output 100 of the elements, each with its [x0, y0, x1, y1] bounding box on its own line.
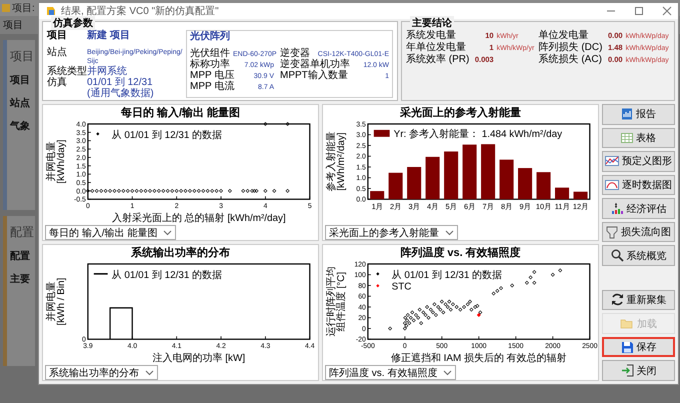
legend-label: 从 01/01 到 12/31 的数据 — [391, 270, 502, 281]
field-label: 配置 — [10, 250, 30, 263]
point — [524, 280, 528, 285]
action-button[interactable]: 逐时数据图 — [602, 174, 675, 196]
field-value: (通用气象数据) — [87, 88, 154, 99]
field-label: MPP 电流 — [190, 81, 234, 92]
bar-chart-icon — [621, 108, 633, 120]
action-button[interactable]: 保存 — [602, 336, 675, 358]
funnel-icon — [606, 226, 618, 239]
point — [406, 321, 411, 325]
point — [448, 308, 452, 312]
save-icon — [620, 340, 634, 354]
y-axis-label: 并网电量 [kWh/day] — [46, 140, 67, 184]
action-button[interactable]: 预定义图形 — [602, 151, 675, 172]
result-label: 系统发电量 — [406, 30, 457, 41]
field-label: MPP 电压 — [190, 70, 234, 81]
point — [469, 308, 473, 312]
point — [420, 310, 425, 314]
caret-icon — [163, 230, 172, 236]
exit-icon — [620, 364, 634, 378]
folder-icon — [620, 318, 634, 330]
curve-icon — [605, 179, 619, 192]
action-button[interactable]: 关闭 — [602, 360, 675, 381]
field-label: MPPT输入数量 — [280, 70, 348, 81]
point — [468, 300, 472, 304]
chart-title: 系统输出功率的分布 — [131, 247, 230, 260]
point — [532, 270, 536, 274]
point — [408, 316, 412, 320]
menu-item[interactable]: 项目 — [3, 18, 23, 32]
legend-line — [93, 273, 108, 275]
point — [558, 268, 562, 272]
chart-dropdown[interactable]: 采光面上的参考入射能量 — [325, 225, 458, 240]
point — [434, 313, 438, 317]
point — [414, 313, 418, 317]
point — [438, 308, 442, 312]
point — [439, 300, 444, 304]
field-label: 站点 — [47, 47, 68, 60]
legend-marker — [96, 132, 99, 136]
field-label: 仿真 — [47, 77, 68, 88]
background-window-title: 项目: — [12, 2, 35, 15]
y-axis-label: 运行时阵列平均组件温度 [°C] — [326, 266, 347, 337]
point — [458, 308, 462, 312]
point — [450, 302, 454, 306]
point — [440, 310, 445, 314]
point — [411, 318, 416, 322]
result-label: 阵列损失 (DC) — [538, 42, 604, 53]
field-label: 标称功率 — [190, 59, 230, 70]
panel-title: 项目 — [10, 48, 34, 65]
line-graph-icon — [605, 155, 619, 168]
legend-marker — [376, 272, 379, 276]
field-value: 01/01 到 12/31 — [87, 77, 153, 88]
dollar-chart-icon — [610, 202, 624, 216]
action-button[interactable]: 表格 — [602, 128, 675, 148]
y-axis-label: 并网电量 [kWh / Bin] — [46, 278, 67, 326]
action-button[interactable]: 损失流向图 — [602, 222, 675, 242]
action-button[interactable]: 经济评估 — [602, 198, 675, 219]
point — [446, 300, 451, 304]
field-label: 气象 — [10, 120, 30, 133]
caret-icon — [145, 370, 154, 376]
point — [430, 310, 434, 314]
legend-label: STC — [391, 282, 411, 293]
close-icon[interactable] — [662, 6, 672, 16]
point — [550, 272, 554, 277]
chart-dropdown[interactable]: 阵列温度 vs. 有效辐照度 — [325, 365, 456, 380]
field-label: 站点 — [10, 96, 30, 110]
field-label: 项目 — [47, 30, 68, 41]
legend-label: 从 01/01 到 12/31 的数据 — [111, 270, 222, 281]
point — [443, 302, 447, 306]
field-label: 系统类型 — [47, 66, 87, 77]
point — [494, 288, 499, 293]
chart-dropdown[interactable]: 系统输出功率的分布 — [45, 365, 158, 380]
point — [462, 305, 466, 309]
x-axis-label: 注入电网的功率 [kW] — [152, 353, 245, 364]
chart-title: 每日的 输入/输出 能量图 — [120, 107, 240, 120]
group-title: 主要结论 — [410, 16, 454, 30]
field-label: 项目 — [10, 74, 30, 87]
point — [388, 326, 392, 330]
point — [410, 310, 414, 314]
window-title: 结果, 配置方案 VC0 "新的仿真配置" — [61, 4, 219, 18]
action-button[interactable]: 报告 — [602, 104, 675, 125]
legend-label: 从 01/01 到 12/31 的数据 — [111, 130, 222, 141]
point — [498, 286, 502, 290]
maximize-icon[interactable] — [634, 6, 644, 16]
x-axis-label: 修正遮挡和 IAM 损失后的 有效总的辐射 — [390, 353, 566, 364]
field-label: 逆变器 — [280, 48, 310, 59]
app-logo-icon — [2, 4, 10, 12]
y-axis-label: 参考入射能量 [kWh/m²/day] — [326, 132, 347, 192]
chart-title: 采光面上的参考入射能量 — [400, 107, 521, 120]
point — [491, 292, 496, 296]
field-label: 逆变器单机功率 — [280, 59, 350, 70]
point — [532, 280, 536, 285]
legend-label: Yr: 参考入射能量： 1.484 kWh/m²/day — [393, 128, 562, 140]
point — [416, 316, 420, 320]
chart-title: 阵列温度 vs. 有效辐照度 — [400, 247, 521, 260]
point — [423, 313, 427, 317]
action-button[interactable]: 系统概览 — [602, 245, 675, 266]
chart-dropdown[interactable]: 每日的 输入/输出 能量图 — [45, 225, 176, 240]
action-button[interactable]: 重新聚集 — [602, 290, 675, 310]
x-axis-label: 入射采光面上的 总的辐射 [kWh/m²/day] — [111, 213, 286, 224]
field-value: 新建 项目 — [87, 30, 130, 41]
